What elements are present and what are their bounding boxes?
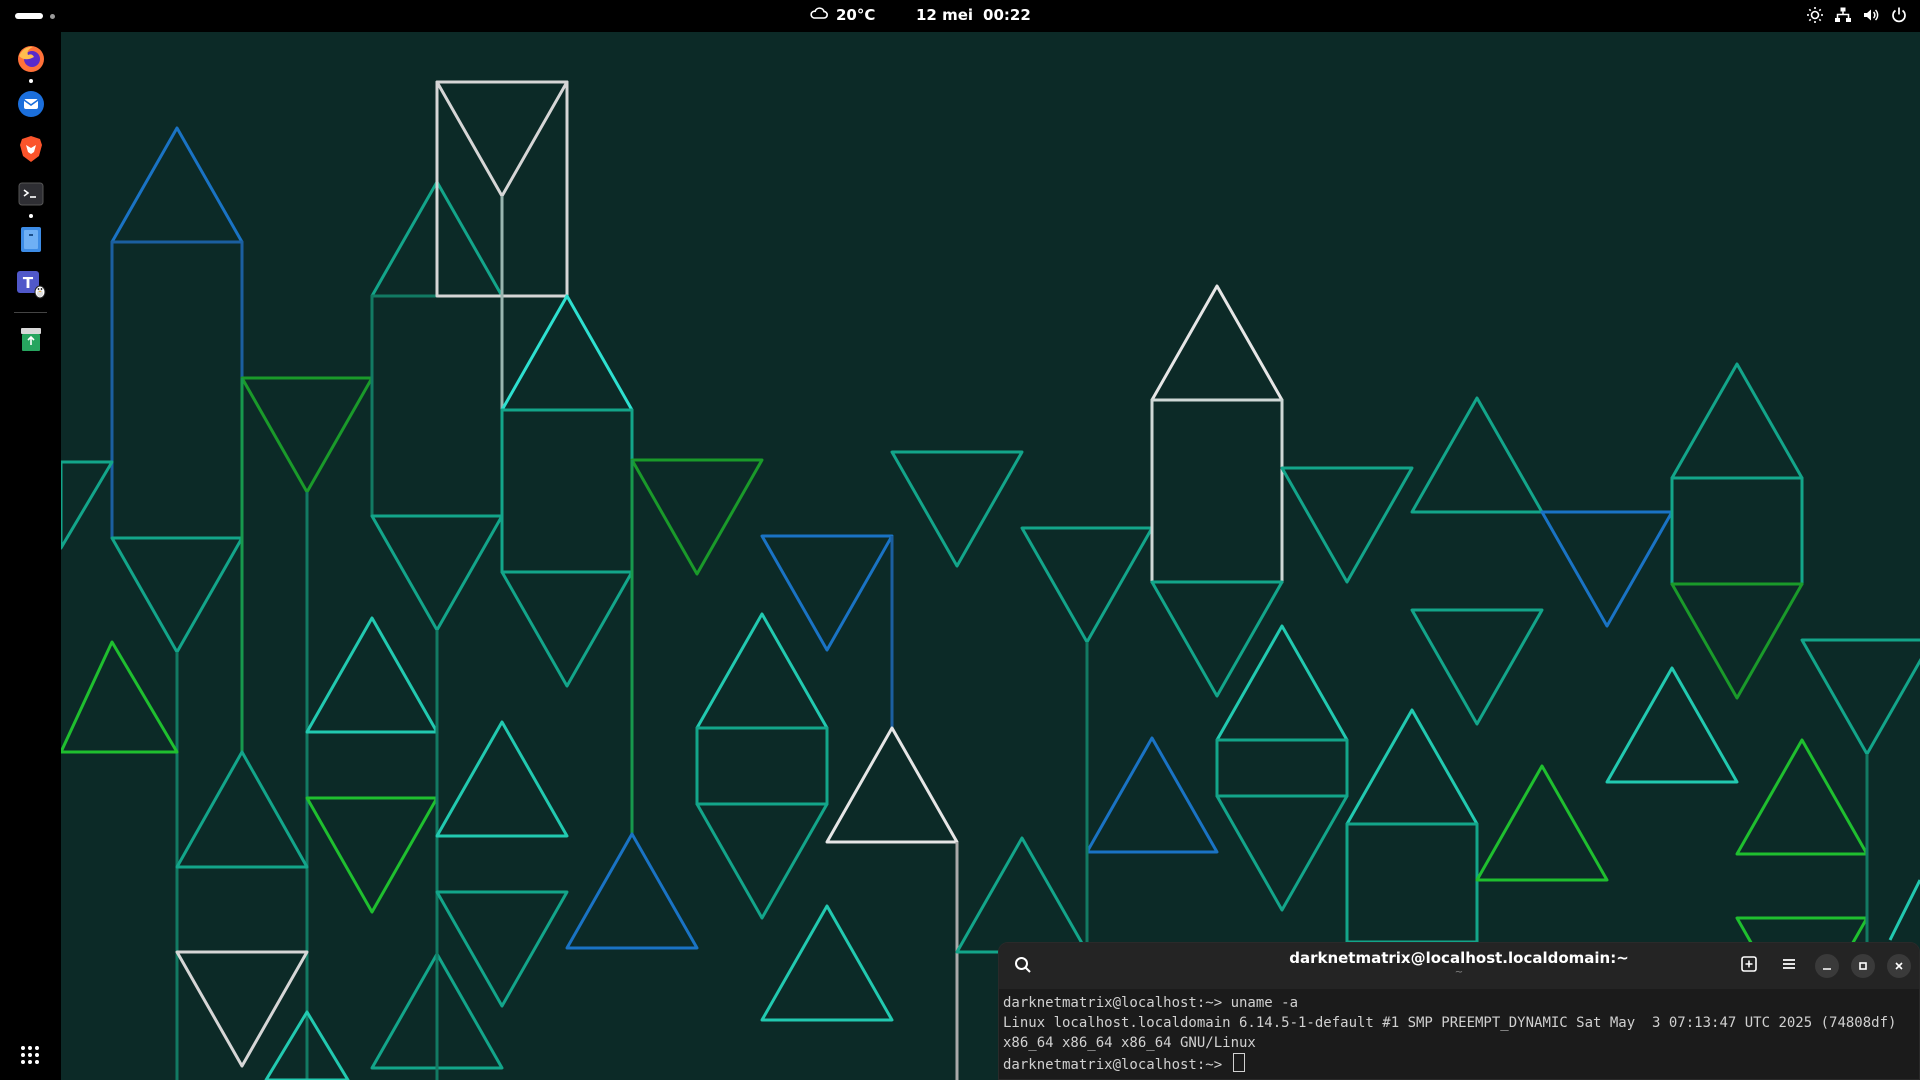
terminal-window[interactable]: darknetmatrix@localhost.localdomain:~ ~ (998, 942, 1920, 1080)
maximize-icon (1857, 957, 1869, 976)
dock-separator (14, 312, 47, 313)
terminal-prompt-line[interactable]: darknetmatrix@localhost:~> (1003, 1053, 1915, 1075)
terminal-output[interactable]: darknetmatrix@localhost:~> uname -a Linux… (999, 989, 1919, 1075)
workspace-indicator[interactable] (50, 14, 55, 19)
dock-app-brave[interactable] (14, 134, 47, 167)
dock-app-teams[interactable]: T (14, 269, 47, 302)
close-icon (1893, 957, 1905, 976)
temperature-label: 20°C (836, 6, 876, 24)
running-indicator (29, 214, 33, 218)
app-grid-button[interactable] (19, 1044, 41, 1066)
trash-icon (16, 324, 46, 358)
terminal-cursor (1232, 1053, 1245, 1072)
running-indicator (29, 79, 33, 83)
hamburger-menu-icon (1780, 955, 1798, 977)
files-icon (16, 224, 46, 258)
power-icon (1890, 6, 1908, 24)
new-tab-icon (1740, 955, 1758, 977)
brave-icon (16, 134, 46, 168)
dock-app-firefox[interactable] (14, 44, 47, 77)
teams-icon: T (15, 268, 47, 304)
close-button[interactable] (1887, 954, 1911, 978)
dock-app-files[interactable] (14, 224, 47, 257)
clock-date: 12 mei (916, 6, 974, 24)
dock-app-thunderbird[interactable] (14, 89, 47, 122)
volume-icon (1862, 6, 1880, 24)
clock-time: 00:22 (983, 6, 1031, 24)
minimize-icon (1821, 957, 1833, 976)
terminal-headerbar[interactable]: darknetmatrix@localhost.localdomain:~ ~ (999, 943, 1919, 989)
app-grid-icon (19, 1046, 41, 1070)
dock-app-terminal[interactable] (14, 179, 47, 212)
cloud-icon (810, 6, 828, 24)
clock[interactable]: 12 mei 00:22 (916, 6, 1031, 24)
minimize-button[interactable] (1815, 954, 1839, 978)
system-tray[interactable] (1806, 6, 1908, 24)
dock-trash[interactable] (14, 324, 47, 357)
svg-text:T: T (22, 274, 33, 292)
terminal-icon (16, 179, 46, 213)
dock: T (0, 32, 61, 1080)
terminal-line: Linux localhost.localdomain 6.14.5-1-def… (1003, 1015, 1905, 1051)
terminal-line: darknetmatrix@localhost:~> uname -a (1003, 995, 1299, 1011)
firefox-icon (16, 44, 46, 78)
network-icon (1834, 6, 1852, 24)
desktop-wallpaper (61, 32, 1920, 1080)
workspace-indicator-active[interactable] (15, 13, 43, 19)
terminal-prompt: darknetmatrix@localhost:~> (1003, 1057, 1231, 1073)
top-bar: 20°C 12 mei 00:22 (0, 0, 1920, 32)
menu-button[interactable] (1775, 952, 1803, 980)
new-tab-button[interactable] (1735, 952, 1763, 980)
thunderbird-icon (16, 89, 46, 123)
maximize-button[interactable] (1851, 954, 1875, 978)
weather-widget[interactable]: 20°C (810, 6, 875, 24)
brightness-icon (1806, 6, 1824, 24)
